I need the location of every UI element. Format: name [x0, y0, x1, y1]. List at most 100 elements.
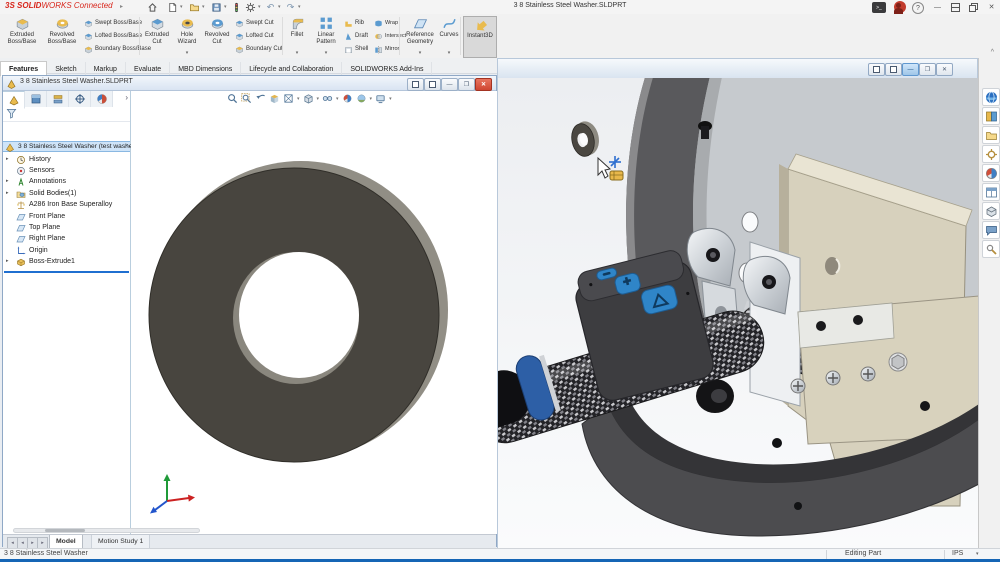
save-icon[interactable] — [210, 1, 223, 13]
tab-dimxpertmanager[interactable] — [69, 91, 91, 107]
menu-expand-arrow[interactable]: ▸ — [120, 3, 123, 10]
appearances-scenes-icon[interactable] — [982, 164, 1000, 182]
part-restore-button[interactable]: ❐ — [458, 78, 475, 91]
document-browser-icon[interactable] — [982, 202, 1000, 220]
user-avatar[interactable] — [892, 1, 907, 13]
save-caret[interactable]: ▾ — [224, 4, 227, 10]
part-window-tile-button[interactable] — [424, 78, 441, 91]
assembly-window-tile-button[interactable] — [885, 63, 902, 76]
tree-item-boss-extrude1[interactable]: ▸Boss-Extrude1 — [3, 257, 130, 268]
horizontal-scrollbar[interactable] — [13, 528, 200, 533]
revolved-cut-button[interactable]: Revolved Cut — [202, 16, 232, 56]
part-window-titlebar[interactable]: 3 8 Stainless Steel Washer.SLDPRT — ❐ ✕ — [3, 76, 496, 91]
tab-solidworks-add-ins[interactable]: SOLIDWORKS Add-Ins — [342, 62, 432, 76]
window-layout-button[interactable] — [948, 1, 963, 13]
design-library-icon[interactable] — [982, 107, 1000, 125]
assembly-minimize-button[interactable]: — — [902, 63, 919, 76]
assembly-window-menu-button[interactable] — [868, 63, 885, 76]
boundary-cut-button[interactable]: Boundary Cut — [235, 43, 283, 55]
open-caret[interactable]: ▾ — [202, 4, 205, 10]
file-explorer-icon[interactable] — [982, 126, 1000, 144]
tree-item-material[interactable]: A286 Iron Base Superalloy — [3, 200, 130, 211]
tree-root-item[interactable]: 3 8 Stainless Steel Washer (test washer)… — [3, 141, 130, 152]
scrollbar-thumb[interactable] — [45, 529, 85, 532]
view-orientation-caret[interactable]: ▾ — [297, 96, 300, 102]
display-style-caret[interactable]: ▾ — [317, 96, 320, 102]
ribbon-collapse-chevron[interactable]: ^ — [991, 49, 994, 56]
tab-propertymanager[interactable] — [25, 91, 47, 107]
hole-wizard-button[interactable]: Hole Wizard▾ — [172, 16, 202, 56]
apply-scene-caret[interactable]: ▾ — [370, 96, 373, 102]
lifecycle-status-icon[interactable] — [230, 1, 243, 13]
wrap-button[interactable]: Wrap — [374, 17, 398, 29]
draft-button[interactable]: Draft — [344, 30, 368, 42]
boundary-boss-base-button[interactable]: Boundary Boss/Base — [84, 43, 151, 55]
swept-boss-base-button[interactable]: Swept Boss/Base — [84, 17, 142, 29]
view-settings-caret[interactable]: ▾ — [389, 96, 392, 102]
close-button[interactable]: ✕ — [984, 1, 999, 13]
rib-button[interactable]: Rib — [344, 17, 364, 29]
tree-item-solid-bodies[interactable]: ▸Solid Bodies(1) — [3, 189, 130, 200]
tree-item-top-plane[interactable]: Top Plane — [3, 223, 130, 234]
view-orientation-icon[interactable] — [282, 92, 295, 105]
tab-markup[interactable]: Markup — [86, 62, 126, 76]
assembly-close-button[interactable]: ✕ — [936, 63, 953, 76]
edit-appearance-icon[interactable] — [341, 92, 354, 105]
revolved-boss-base-button[interactable]: Revolved Boss/Base — [43, 16, 81, 56]
section-view-icon[interactable] — [268, 92, 281, 105]
lofted-cut-button[interactable]: Lofted Cut — [235, 30, 274, 42]
part-close-button[interactable]: ✕ — [475, 78, 492, 91]
forum-icon[interactable] — [982, 221, 1000, 239]
tab-lifecycle-collaboration[interactable]: Lifecycle and Collaboration — [241, 62, 342, 76]
assembly-restore-button[interactable]: ❐ — [919, 63, 936, 76]
undo-icon[interactable]: ↶ — [264, 1, 277, 13]
options-gear-icon[interactable] — [244, 1, 257, 13]
tab-model[interactable]: Model — [49, 535, 83, 549]
hide-show-items-caret[interactable]: ▾ — [336, 96, 339, 102]
tree-filter-row[interactable] — [3, 107, 130, 122]
redo-caret[interactable]: ▾ — [298, 4, 301, 10]
units-caret[interactable]: ▾ — [976, 551, 979, 557]
minimize-button[interactable]: — — [930, 1, 945, 13]
instant3d-button[interactable]: Instant3D — [463, 16, 497, 58]
display-style-icon[interactable] — [302, 92, 315, 105]
status-units[interactable]: IPS — [952, 550, 963, 557]
tree-item-sensors[interactable]: Sensors — [3, 166, 130, 177]
tab-configurationmanager[interactable] — [47, 91, 69, 107]
extruded-boss-base-button[interactable]: Extruded Boss/Base — [3, 16, 41, 56]
3dexperience-icon[interactable] — [982, 88, 1000, 106]
tab-sketch[interactable]: Sketch — [47, 62, 85, 76]
part-window-menu-button[interactable] — [407, 78, 424, 91]
command-console-icon[interactable]: >_ — [872, 2, 886, 13]
tree-item-history[interactable]: ▸History — [3, 155, 130, 166]
panel-tabs-overflow-chevron[interactable]: › — [125, 93, 128, 102]
tab-evaluate[interactable]: Evaluate — [126, 62, 170, 76]
open-icon[interactable] — [188, 1, 201, 13]
swept-cut-button[interactable]: Swept Cut — [235, 17, 274, 29]
tab-mbd-dimensions[interactable]: MBD Dimensions — [170, 62, 241, 76]
new-document-caret[interactable]: ▾ — [180, 4, 183, 10]
lofted-boss-base-button[interactable]: Lofted Boss/Base — [84, 30, 142, 42]
help-icon[interactable]: ? — [912, 2, 924, 14]
hide-show-items-icon[interactable] — [321, 92, 334, 105]
tab-motion-study-1[interactable]: Motion Study 1 — [91, 535, 150, 549]
new-document-icon[interactable] — [166, 1, 179, 13]
previous-view-icon[interactable] — [254, 92, 267, 105]
assembly-graphics-area[interactable] — [497, 78, 978, 548]
home-icon[interactable] — [146, 1, 159, 13]
custom-properties-icon[interactable] — [982, 183, 1000, 201]
tree-item-front-plane[interactable]: Front Plane — [3, 212, 130, 223]
options-caret[interactable]: ▾ — [258, 4, 261, 10]
zoom-to-fit-icon[interactable] — [226, 92, 239, 105]
mirror-button[interactable]: Mirror — [374, 43, 399, 55]
tab-displaymanager[interactable] — [91, 91, 113, 107]
tree-item-origin[interactable]: Origin — [3, 246, 130, 257]
rollback-bar[interactable] — [4, 271, 129, 273]
zoom-to-area-icon[interactable] — [240, 92, 253, 105]
restore-button[interactable] — [966, 1, 981, 13]
tree-item-right-plane[interactable]: Right Plane — [3, 234, 130, 245]
tree-item-annotations[interactable]: ▸Annotations — [3, 177, 130, 188]
washer-model-view[interactable] — [131, 91, 497, 534]
fillet-button[interactable]: Fillet▾ — [284, 16, 310, 56]
curves-button[interactable]: Curves▾ — [438, 16, 460, 56]
